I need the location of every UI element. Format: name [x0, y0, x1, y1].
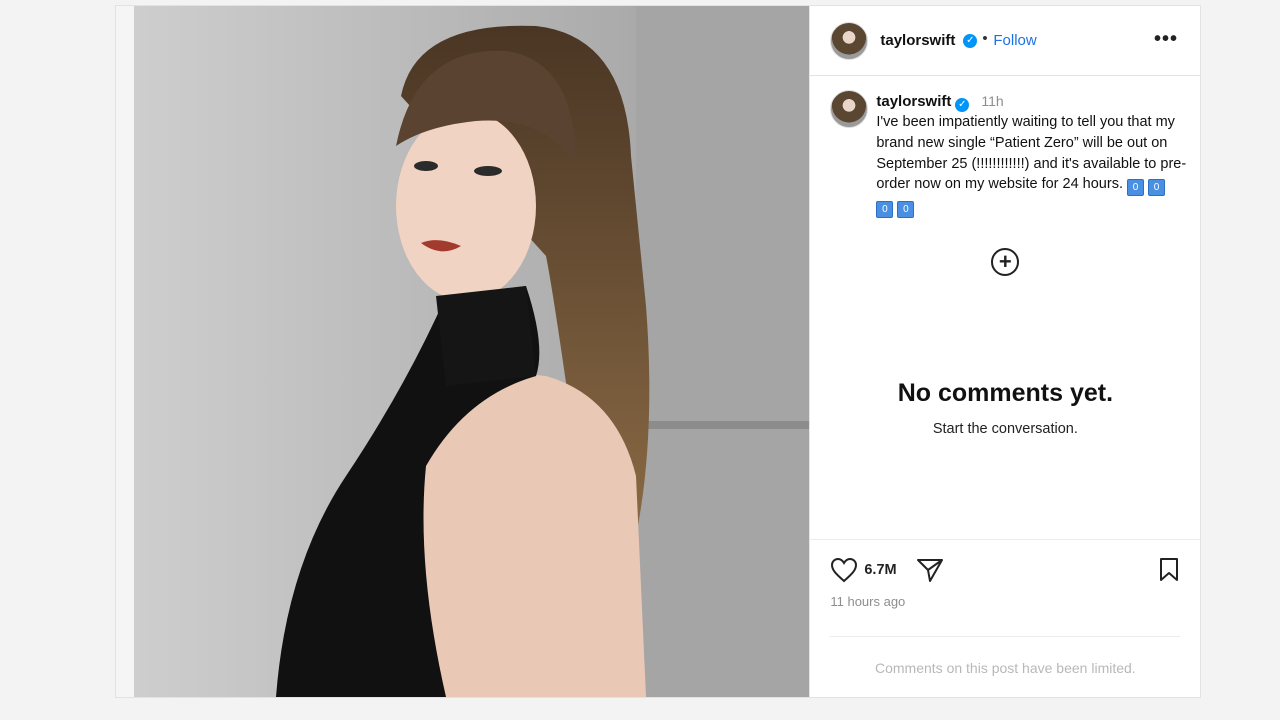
- caption-time[interactable]: 11h: [981, 93, 1003, 109]
- separator-dot: •: [982, 30, 988, 47]
- divider: [810, 539, 1200, 540]
- no-comments-subtitle: Start the conversation.: [932, 421, 1078, 437]
- comments-limited-notice: Comments on this post have been limited.: [875, 660, 1136, 676]
- verified-badge-icon: ✓: [955, 98, 970, 112]
- emoji-icon: 0: [1148, 179, 1166, 197]
- post-timestamp[interactable]: 11 hours ago: [830, 594, 905, 609]
- header-username[interactable]: taylorswift: [880, 32, 955, 49]
- photo-illustration: [116, 6, 810, 697]
- post-photo[interactable]: [116, 6, 810, 697]
- caption-text: I've been impatiently waiting to tell yo…: [876, 112, 1186, 219]
- emoji-icon: 0: [876, 201, 894, 219]
- like-count[interactable]: 6.7M: [864, 562, 896, 578]
- post-header: taylorswift ✓ • Follow •••: [810, 6, 1200, 76]
- heart-icon[interactable]: [830, 557, 858, 583]
- caption-username[interactable]: taylorswift: [876, 93, 951, 110]
- divider: [830, 636, 1180, 637]
- no-comments-title: No comments yet.: [897, 379, 1114, 407]
- bookmark-icon[interactable]: [1158, 557, 1180, 583]
- post-modal: taylorswift ✓ • Follow ••• taylorswift ✓ …: [116, 6, 1200, 697]
- emoji-icon: 0: [1127, 179, 1145, 197]
- post-side-panel: taylorswift ✓ • Follow ••• taylorswift ✓ …: [809, 6, 1200, 697]
- caption-author: taylorswift ✓: [876, 93, 970, 112]
- share-icon[interactable]: [916, 557, 944, 583]
- add-comment-icon[interactable]: +: [991, 248, 1020, 276]
- verified-badge-icon: ✓: [963, 34, 978, 48]
- follow-button[interactable]: Follow: [993, 32, 1036, 49]
- caption-avatar[interactable]: [830, 90, 869, 128]
- more-options-icon[interactable]: •••: [1154, 28, 1178, 51]
- avatar[interactable]: [830, 22, 869, 60]
- emoji-icon: 0: [897, 201, 915, 219]
